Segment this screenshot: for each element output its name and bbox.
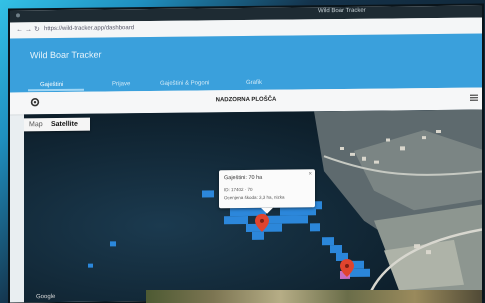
window-icon [16,13,20,18]
tab-gajestini-pogoni[interactable]: Gaještini & Pogoni [160,80,209,87]
map-attribution: Google [36,293,56,301]
info-line: ID: 17402 · 70 [224,186,253,193]
url-field[interactable]: https://wild-tracker.app/dashboard [44,25,134,32]
info-title: Gaještini: 70 ha [224,174,263,182]
browser-window: Wild Boar Tracker ← → ↻ https://wild-tra… [10,5,482,303]
tab-grafik[interactable]: Grafik [246,80,262,86]
map-type-satellite[interactable]: Satellite [51,121,78,128]
map-type-control: Map Satellite [24,117,90,132]
back-button[interactable]: ← [16,26,23,34]
close-icon[interactable]: × [308,171,312,177]
info-line: Ocenjena škoda: 3,3 ha, nizka [224,194,285,201]
menu-icon[interactable] [470,94,478,102]
app-title: Wild Boar Tracker [30,49,102,61]
forward-button[interactable]: → [25,26,32,34]
photo-strip [146,290,482,303]
info-window: × Gaještini: 70 ha ID: 17402 · 70 Ocenje… [219,169,315,209]
map-type-map[interactable]: Map [29,121,43,128]
tab-prijave[interactable]: Prijave [112,81,130,87]
tab-gajestini[interactable]: Gaještini [40,82,63,88]
page-title: NADZORNA PLOŠČA [215,96,277,104]
map-canvas[interactable]: Map Satellite × Gaještini: 70 ha ID: 174… [24,109,482,303]
app-bar: Wild Boar Tracker Gaještini Prijave Gaje… [10,33,482,93]
reload-button[interactable]: ↻ [34,26,40,34]
window-title: Wild Boar Tracker [318,7,366,15]
